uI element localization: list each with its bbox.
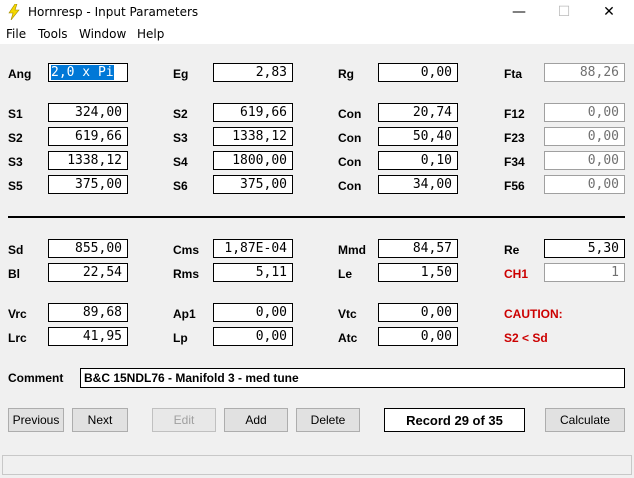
s5-field[interactable]: 375,00 — [48, 175, 128, 194]
label-s6: S6 — [173, 179, 188, 193]
label-s3: S3 — [173, 131, 188, 145]
label-re: Re — [504, 243, 520, 257]
label-cms: Cms — [173, 243, 200, 257]
label-le: Le — [338, 267, 353, 281]
caution-label: CAUTION: — [504, 307, 563, 321]
bl-field[interactable]: 22,54 — [48, 263, 128, 282]
lightning-icon — [8, 4, 20, 20]
label-eg: Eg — [173, 67, 189, 81]
close-icon: ✕ — [603, 4, 615, 20]
label-vrc: Vrc — [8, 307, 27, 321]
label-rms: Rms — [173, 267, 200, 281]
menu-help[interactable]: Help — [137, 27, 164, 41]
label-ch1: CH1 — [504, 267, 529, 281]
label-sd: Sd — [8, 243, 24, 257]
label-rg: Rg — [338, 67, 354, 81]
ap1-field[interactable]: 0,00 — [213, 303, 293, 322]
label-vtc: Vtc — [338, 307, 357, 321]
sd-field[interactable]: 855,00 — [48, 239, 128, 258]
label-comment: Comment — [8, 371, 64, 385]
le-field[interactable]: 1,50 — [378, 263, 458, 282]
label-f56: F56 — [504, 179, 525, 193]
re-field[interactable]: 5,30 — [544, 239, 625, 258]
delete-button[interactable]: Delete — [296, 408, 360, 432]
close-button[interactable]: ✕ — [586, 0, 632, 24]
label-con4: Con — [338, 179, 362, 193]
label-s4: S4 — [173, 155, 188, 169]
s4-field[interactable]: 1800,00 — [213, 151, 293, 170]
maximize-icon: ☐ — [557, 4, 571, 20]
con1-field[interactable]: 20,74 — [378, 103, 458, 122]
label-ap1: Ap1 — [173, 307, 196, 321]
con3-field[interactable]: 0,10 — [378, 151, 458, 170]
record-indicator: Record 29 of 35 — [384, 408, 525, 432]
minimize-button[interactable]: — — [496, 0, 542, 24]
atc-field[interactable]: 0,00 — [378, 327, 458, 346]
label-mmd: Mmd — [338, 243, 366, 257]
f56-field: 0,00 — [544, 175, 625, 194]
section-divider — [8, 216, 625, 218]
cms-field[interactable]: 1,87E-04 — [213, 239, 293, 258]
status-bar — [2, 455, 632, 475]
label-s1: S1 — [8, 107, 23, 121]
label-ang: Ang — [8, 67, 32, 81]
menu-file[interactable]: File — [6, 27, 26, 41]
fta-field: 88,26 — [544, 63, 625, 82]
minimize-icon: — — [512, 4, 526, 20]
con2-field[interactable]: 50,40 — [378, 127, 458, 146]
calculate-button[interactable]: Calculate — [545, 408, 625, 432]
label-bl: Bl — [8, 267, 20, 281]
label-lrc: Lrc — [8, 331, 27, 345]
label-s5: S5 — [8, 179, 23, 193]
label-s2b: S2 — [8, 131, 23, 145]
label-lp: Lp — [173, 331, 188, 345]
label-f12: F12 — [504, 107, 525, 121]
add-button[interactable]: Add — [224, 408, 288, 432]
label-con3: Con — [338, 155, 362, 169]
ang-field[interactable]: 2,0 x Pi — [48, 63, 128, 82]
comment-field[interactable]: B&C 15NDL76 - Manifold 3 - med tune — [80, 368, 625, 388]
rms-field[interactable]: 5,11 — [213, 263, 293, 282]
f34-field: 0,00 — [544, 151, 625, 170]
f12-field: 0,00 — [544, 103, 625, 122]
window-title: Hornresp - Input Parameters — [28, 5, 199, 19]
label-s2: S2 — [173, 107, 188, 121]
menu-window[interactable]: Window — [79, 27, 126, 41]
label-atc: Atc — [338, 331, 358, 345]
f23-field: 0,00 — [544, 127, 625, 146]
caution-message: S2 < Sd — [504, 331, 548, 345]
title-bar: Hornresp - Input Parameters — ☐ ✕ — [0, 0, 634, 24]
rg-field[interactable]: 0,00 — [378, 63, 458, 82]
ang-value: 2,0 x Pi — [51, 65, 114, 80]
menu-tools[interactable]: Tools — [38, 27, 68, 41]
label-f23: F23 — [504, 131, 525, 145]
hornresp-window: Hornresp - Input Parameters — ☐ ✕ File T… — [0, 0, 634, 478]
next-button[interactable]: Next — [72, 408, 128, 432]
s6-field[interactable]: 375,00 — [213, 175, 293, 194]
label-f34: F34 — [504, 155, 525, 169]
label-s3b: S3 — [8, 155, 23, 169]
label-con1: Con — [338, 107, 362, 121]
mmd-field[interactable]: 84,57 — [378, 239, 458, 258]
eg-field[interactable]: 2,83 — [213, 63, 293, 82]
label-con2: Con — [338, 131, 362, 145]
menu-bar: File Tools Window Help — [0, 24, 634, 44]
edit-button: Edit — [152, 408, 216, 432]
lp-field[interactable]: 0,00 — [213, 327, 293, 346]
s1-field[interactable]: 324,00 — [48, 103, 128, 122]
label-fta: Fta — [504, 67, 522, 81]
s2b-field[interactable]: 619,66 — [48, 127, 128, 146]
previous-button[interactable]: Previous — [8, 408, 64, 432]
maximize-button: ☐ — [541, 0, 587, 24]
con4-field[interactable]: 34,00 — [378, 175, 458, 194]
s2-field[interactable]: 619,66 — [213, 103, 293, 122]
lrc-field[interactable]: 41,95 — [48, 327, 128, 346]
s3b-field[interactable]: 1338,12 — [48, 151, 128, 170]
vrc-field[interactable]: 89,68 — [48, 303, 128, 322]
ch1-field: 1 — [544, 263, 625, 282]
s3-field[interactable]: 1338,12 — [213, 127, 293, 146]
vtc-field[interactable]: 0,00 — [378, 303, 458, 322]
